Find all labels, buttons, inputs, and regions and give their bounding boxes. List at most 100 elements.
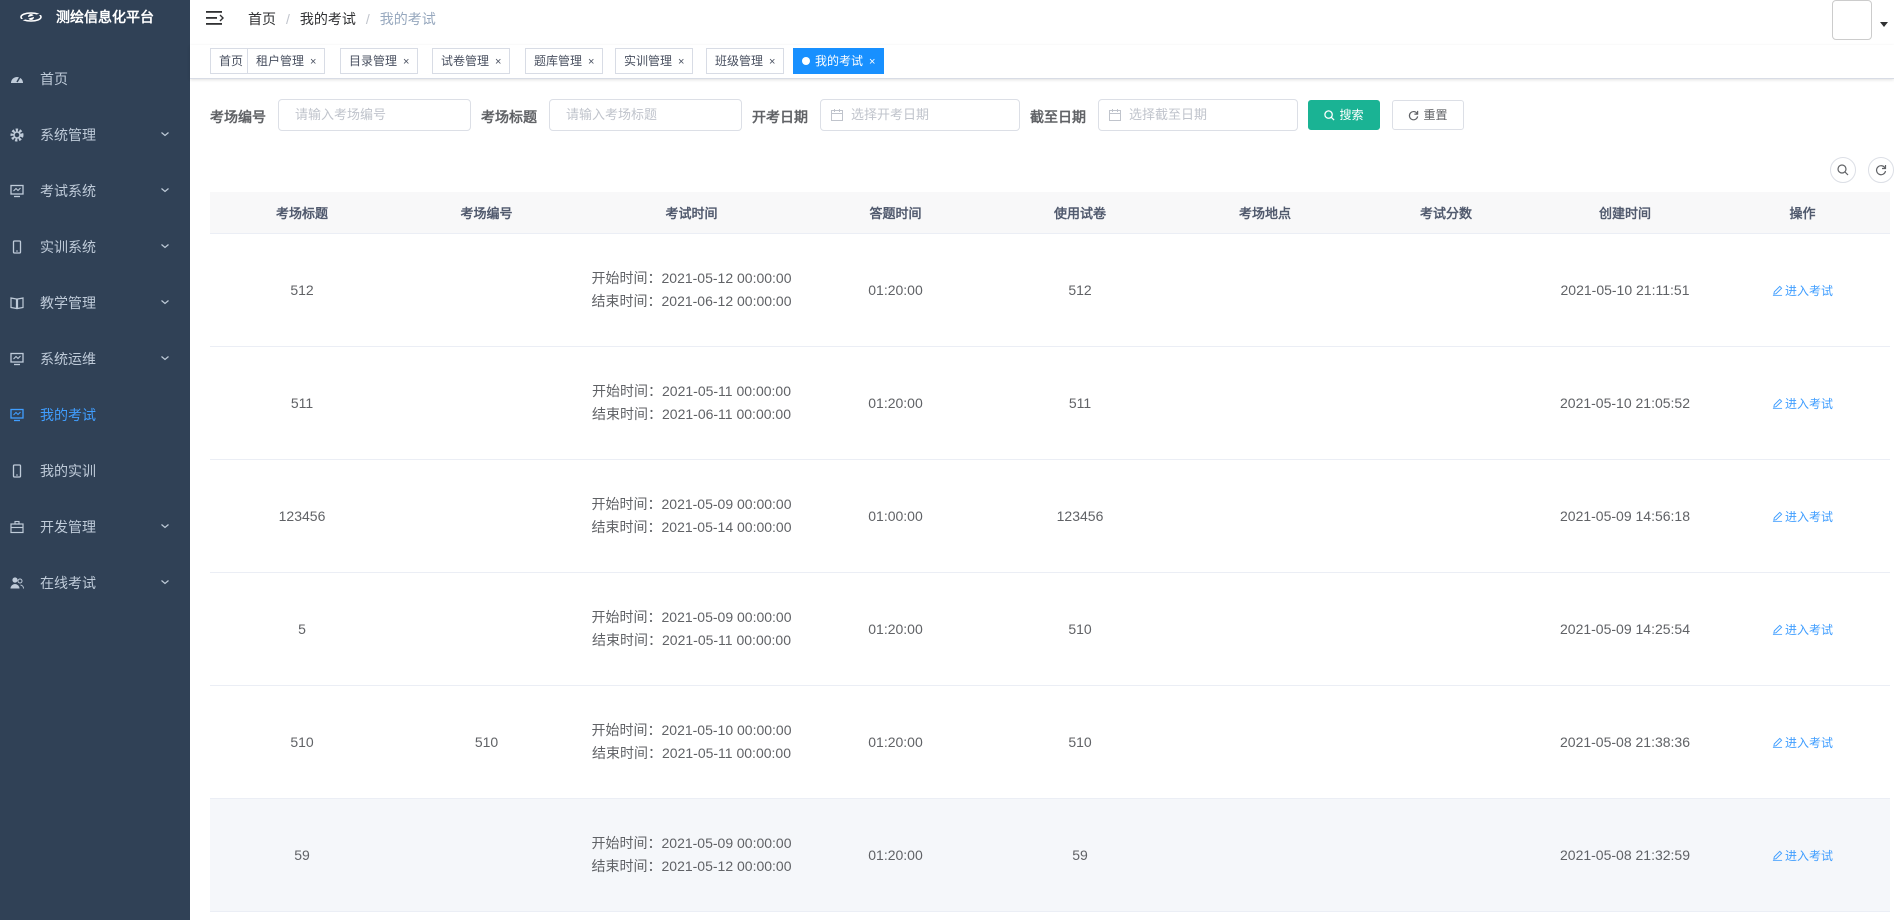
enter-exam-link[interactable]: 进入考试	[1772, 847, 1833, 864]
table-row[interactable]: 512 开始时间：2021-05-12 00:00:00 结束时间：2021-06-…	[210, 234, 1890, 347]
close-icon[interactable]: ×	[310, 56, 316, 68]
tag-item[interactable]: 首页	[210, 48, 253, 74]
column-header: 考试时间	[665, 206, 718, 221]
column-header: 考场编号	[460, 206, 513, 221]
start-value: 2021-05-09 00:00:00	[661, 609, 792, 625]
table-row[interactable]: 5 开始时间：2021-05-09 00:00:00 结束时间：2021-05-11…	[210, 573, 1890, 686]
tag-label: 我的考试	[815, 54, 864, 68]
exam-code-input[interactable]: 请输入考场编号	[278, 99, 471, 131]
table-row[interactable]: 59 开始时间：2021-05-09 00:00:00 结束时间：2021-05-1…	[210, 799, 1890, 912]
toolbox-icon	[10, 520, 24, 534]
cell-exam-time: 开始时间：2021-05-09 00:00:00 结束时间：2021-05-11 …	[579, 573, 804, 685]
start-prefix: 开始时间：	[591, 835, 662, 851]
breadcrumb-separator: /	[286, 11, 290, 27]
tag-item[interactable]: 实训管理 ×	[615, 48, 694, 74]
tag-item[interactable]: 我的考试 ×	[793, 48, 885, 74]
tag-item[interactable]: 题库管理 ×	[525, 48, 604, 74]
breadcrumb: 首页 / 我的考试 / 我的考试	[248, 9, 436, 29]
phone-icon	[10, 464, 24, 478]
end-value: 2021-05-11 00:00:00	[662, 632, 791, 648]
tag-item[interactable]: 班级管理 ×	[706, 48, 785, 74]
column-header: 考试分数	[1419, 206, 1472, 221]
toggle-search-button[interactable]	[1830, 157, 1856, 183]
cell-exam-time: 开始时间：2021-05-09 00:00:00 结束时间：2021-05-14 …	[579, 460, 804, 572]
tag-label: 题库管理	[534, 54, 583, 68]
tag-label: 首页	[219, 54, 244, 68]
cell-duration: 01:20:00	[868, 395, 923, 411]
enter-exam-link[interactable]: 进入考试	[1772, 734, 1833, 751]
enter-exam-label: 进入考试	[1784, 622, 1833, 637]
table-row[interactable]: 123456 开始时间：2021-05-09 00:00:00 结束时间：2021-…	[210, 460, 1890, 573]
end-date-picker[interactable]: 选择截至日期	[1098, 99, 1298, 131]
tag-item[interactable]: 目录管理 ×	[340, 48, 419, 74]
breadcrumb-item[interactable]: 我的考试	[300, 9, 356, 29]
sidebar-item[interactable]: 系统管理	[0, 107, 190, 163]
book-icon	[10, 296, 24, 310]
close-icon[interactable]: ×	[769, 56, 775, 68]
start-value: 2021-05-11 00:00:00	[662, 383, 791, 399]
sidebar-item[interactable]: 教学管理	[0, 275, 190, 331]
column-header: 考场地点	[1238, 206, 1291, 221]
enter-exam-link[interactable]: 进入考试	[1772, 621, 1833, 638]
search-button[interactable]: 搜索	[1308, 100, 1380, 130]
enter-exam-link[interactable]: 进入考试	[1772, 395, 1833, 412]
cell-created: 2021-05-10 21:05:52	[1560, 395, 1690, 411]
close-icon[interactable]: ×	[678, 56, 684, 68]
sidebar-item[interactable]: 我的实训	[0, 443, 190, 499]
tags-view: 首页 租户管理 × 目录管理 × 试卷管理 × 题库管理 × 实训管理 × 班级管理 × 我的考试 ×	[190, 45, 1894, 79]
reset-button[interactable]: 重置	[1392, 100, 1464, 130]
cell-title: 5	[298, 621, 306, 637]
cell-title: 512	[290, 282, 314, 298]
exam-code-label: 考场编号	[210, 109, 266, 125]
sidebar-item[interactable]: 在线考试	[0, 555, 190, 611]
cell-score	[1357, 234, 1535, 346]
cell-duration: 01:20:00	[868, 621, 923, 637]
close-icon[interactable]: ×	[588, 56, 594, 68]
tag-item[interactable]: 租户管理 ×	[247, 48, 326, 74]
close-icon[interactable]: ×	[495, 56, 501, 68]
tag-label: 租户管理	[256, 54, 305, 68]
sidebar-item[interactable]: 考试系统	[0, 163, 190, 219]
exam-title-input[interactable]: 请输入考场标题	[549, 99, 742, 131]
caret-down-icon[interactable]	[1880, 22, 1888, 27]
sidebar-item-label: 考试系统	[40, 183, 96, 199]
chevron-down-icon	[161, 580, 169, 585]
avatar[interactable]	[1832, 0, 1872, 40]
sidebar-menu: 首页系统管理考试系统实训系统 教学管理 系统运维我的考试我的实训 开发管理 在线考试	[0, 51, 190, 611]
table-row[interactable]: 511 开始时间：2021-05-11 00:00:00 结束时间：2021-06-…	[210, 347, 1890, 460]
sidebar-item[interactable]: 首页	[0, 51, 190, 107]
cell-paper: 512	[1068, 282, 1092, 298]
sidebar-item-label: 首页	[40, 71, 68, 87]
hamburger-icon[interactable]	[206, 10, 224, 26]
end-prefix: 结束时间：	[592, 745, 663, 761]
sidebar-item[interactable]: 系统运维	[0, 331, 190, 387]
breadcrumb-item[interactable]: 首页	[248, 9, 276, 29]
table-row[interactable]: 510 510 开始时间：2021-05-10 00:00:00 结束时间：2021-…	[210, 686, 1890, 799]
tag-item[interactable]: 试卷管理 ×	[432, 48, 511, 74]
sidebar-item[interactable]: 开发管理	[0, 499, 190, 555]
sidebar-item[interactable]: 我的考试	[0, 387, 190, 443]
close-icon[interactable]: ×	[403, 56, 409, 68]
exam-start-time: 开始时间：2021-05-12 00:00:00	[587, 267, 797, 290]
tag-label: 试卷管理	[441, 54, 490, 68]
exam-start-time: 开始时间：2021-05-09 00:00:00	[587, 606, 797, 629]
exam-end-time: 结束时间：2021-05-11 00:00:00	[587, 742, 797, 765]
close-icon[interactable]: ×	[869, 56, 875, 68]
cell-duration: 01:20:00	[868, 282, 923, 298]
exam-start-time: 开始时间：2021-05-10 00:00:00	[587, 719, 797, 742]
cell-paper: 510	[1068, 621, 1092, 637]
gear-icon	[10, 128, 24, 142]
start-date-placeholder: 选择开考日期	[851, 107, 930, 122]
start-prefix: 开始时间：	[591, 496, 662, 512]
sidebar-item-label: 系统管理	[40, 127, 96, 143]
cell-score	[1357, 460, 1535, 572]
enter-exam-link[interactable]: 进入考试	[1772, 508, 1833, 525]
start-date-picker[interactable]: 选择开考日期	[820, 99, 1020, 131]
enter-exam-link[interactable]: 进入考试	[1772, 282, 1833, 299]
sidebar-item-label: 我的考试	[40, 407, 96, 423]
refresh-table-button[interactable]	[1868, 157, 1894, 183]
exam-end-time: 结束时间：2021-06-11 00:00:00	[587, 403, 797, 426]
app-logo[interactable]: 测绘信息化平台	[0, 0, 190, 34]
sidebar-item[interactable]: 实训系统	[0, 219, 190, 275]
edit-icon	[1772, 850, 1783, 861]
